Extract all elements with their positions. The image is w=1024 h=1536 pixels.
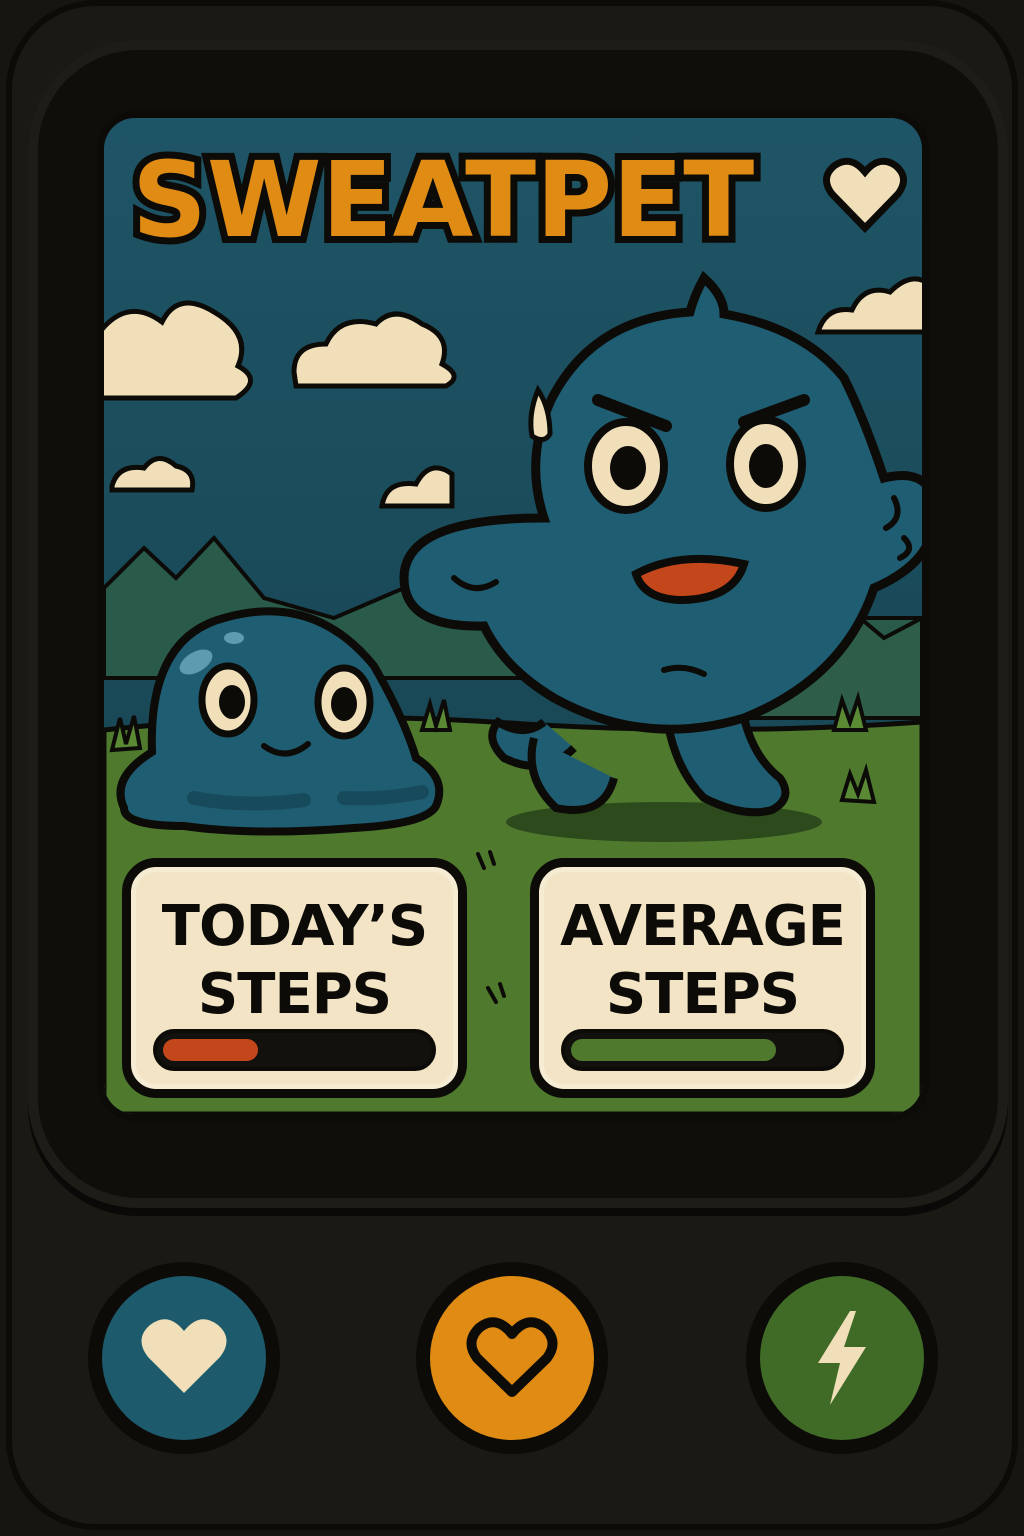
heart-button-face (102, 1276, 266, 1440)
average-steps-progress-fill (571, 1039, 777, 1061)
heart-outline-icon (466, 1317, 558, 1397)
lightning-icon (818, 1311, 866, 1405)
game-screen: SWEATPET TODAY’S STEPS AVERAGE STEPS (97, 111, 929, 1121)
average-steps-card[interactable]: AVERAGE STEPS (530, 858, 875, 1098)
todays-steps-card[interactable]: TODAY’S STEPS (122, 858, 467, 1098)
average-steps-progress (561, 1029, 844, 1071)
todays-steps-label: TODAY’S STEPS (161, 894, 428, 1027)
todays-steps-progress (153, 1029, 436, 1071)
love-button-face (430, 1276, 594, 1440)
heart-icon (141, 1319, 227, 1393)
todays-steps-progress-fill (163, 1039, 258, 1061)
energy-button[interactable] (746, 1262, 938, 1454)
average-steps-label: AVERAGE STEPS (560, 894, 846, 1027)
app-title: SWEATPET (125, 139, 761, 261)
energy-button-face (760, 1276, 924, 1440)
heart-button[interactable] (88, 1262, 280, 1454)
heart-icon (823, 157, 907, 234)
love-button[interactable] (416, 1262, 608, 1454)
